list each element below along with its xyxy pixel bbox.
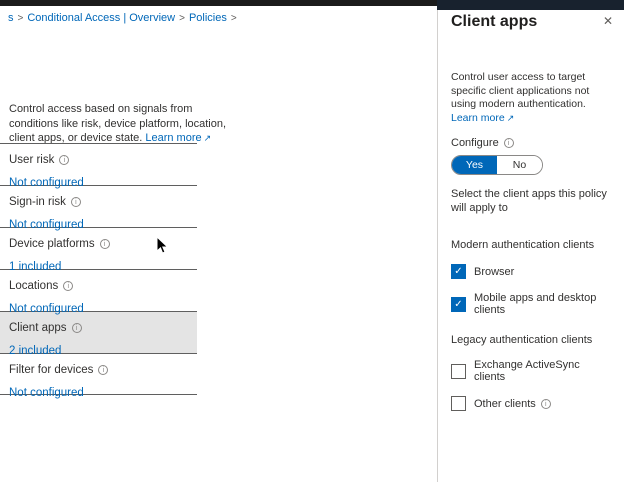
- info-icon: i: [541, 399, 551, 409]
- info-icon: i: [98, 365, 108, 375]
- info-icon: i: [100, 239, 110, 249]
- conditions-description: Control access based on signals from con…: [9, 102, 234, 146]
- close-icon[interactable]: ✕: [603, 14, 613, 28]
- condition-row-locations[interactable]: Locationsi Not configured: [0, 269, 197, 311]
- checkbox-unchecked-icon[interactable]: [451, 396, 466, 411]
- check-icon: ✓: [454, 299, 462, 310]
- condition-row-client-apps[interactable]: Client appsi 2 included: [0, 311, 197, 353]
- info-icon: i: [59, 155, 69, 165]
- external-link-icon: ↗: [507, 113, 515, 123]
- checkbox-row-exchange-activesync[interactable]: Exchange ActiveSync clients: [451, 359, 614, 383]
- checkbox-row-mobile-desktop[interactable]: ✓ Mobile apps and desktop clients: [451, 292, 614, 316]
- modern-clients-header: Modern authentication clients: [451, 239, 614, 251]
- client-apps-panel: Client apps ✕ Control user access to tar…: [437, 0, 624, 482]
- condition-label: Filter for devices: [9, 364, 93, 376]
- external-link-icon: ↗: [204, 133, 212, 143]
- configure-toggle[interactable]: Yes No: [451, 155, 543, 175]
- breadcrumb-item-conditional-access[interactable]: Conditional Access | Overview: [27, 12, 175, 24]
- chevron-right-icon: >: [231, 13, 237, 24]
- condition-row-filter-for-devices[interactable]: Filter for devicesi Not configured: [0, 353, 197, 395]
- condition-row-sign-in-risk[interactable]: Sign-in riski Not configured: [0, 185, 197, 227]
- toggle-yes-option[interactable]: Yes: [452, 156, 497, 174]
- configure-label-row: Configure i: [451, 137, 614, 149]
- checkbox-row-other-clients[interactable]: Other clients i: [451, 396, 614, 411]
- select-apps-instruction: Select the client apps this policy will …: [451, 187, 616, 216]
- checkbox-label: Other clients: [474, 398, 536, 410]
- conditions-list: User riski Not configured Sign-in riski …: [0, 143, 197, 395]
- checkbox-label: Exchange ActiveSync clients: [474, 359, 614, 383]
- portal-header-fragment: [437, 0, 624, 10]
- panel-title: Client apps: [451, 13, 614, 31]
- checkbox-row-browser[interactable]: ✓ Browser: [451, 264, 614, 279]
- checkbox-checked-icon[interactable]: ✓: [451, 297, 466, 312]
- toggle-no-option[interactable]: No: [497, 156, 542, 174]
- breadcrumb-item-policies[interactable]: Policies: [189, 12, 227, 24]
- checkbox-checked-icon[interactable]: ✓: [451, 264, 466, 279]
- configure-label: Configure: [451, 137, 499, 149]
- info-icon: i: [63, 281, 73, 291]
- breadcrumb-item-truncated[interactable]: s: [8, 12, 14, 24]
- checkbox-label: Mobile apps and desktop clients: [474, 292, 614, 316]
- checkbox-unchecked-icon[interactable]: [451, 364, 466, 379]
- info-icon: i: [504, 138, 514, 148]
- condition-label: User risk: [9, 154, 54, 166]
- condition-label: Sign-in risk: [9, 196, 66, 208]
- condition-value-link[interactable]: Not configured: [9, 387, 197, 399]
- chevron-right-icon: >: [179, 13, 185, 24]
- checkbox-label: Browser: [474, 266, 514, 278]
- info-icon: i: [72, 323, 82, 333]
- condition-label: Device platforms: [9, 238, 95, 250]
- breadcrumb: s>Conditional Access | Overview>Policies…: [8, 12, 241, 24]
- legacy-clients-header: Legacy authentication clients: [451, 334, 614, 346]
- chevron-right-icon: >: [18, 13, 24, 24]
- condition-label: Locations: [9, 280, 58, 292]
- check-icon: ✓: [454, 266, 462, 277]
- condition-label: Client apps: [9, 322, 67, 334]
- condition-row-device-platforms[interactable]: Device platformsi 1 included: [0, 227, 197, 269]
- panel-description: Control user access to target specific c…: [451, 71, 611, 126]
- learn-more-link[interactable]: Learn more: [451, 112, 505, 124]
- condition-row-user-risk[interactable]: User riski Not configured: [0, 143, 197, 185]
- info-icon: i: [71, 197, 81, 207]
- panel-description-text: Control user access to target specific c…: [451, 71, 589, 110]
